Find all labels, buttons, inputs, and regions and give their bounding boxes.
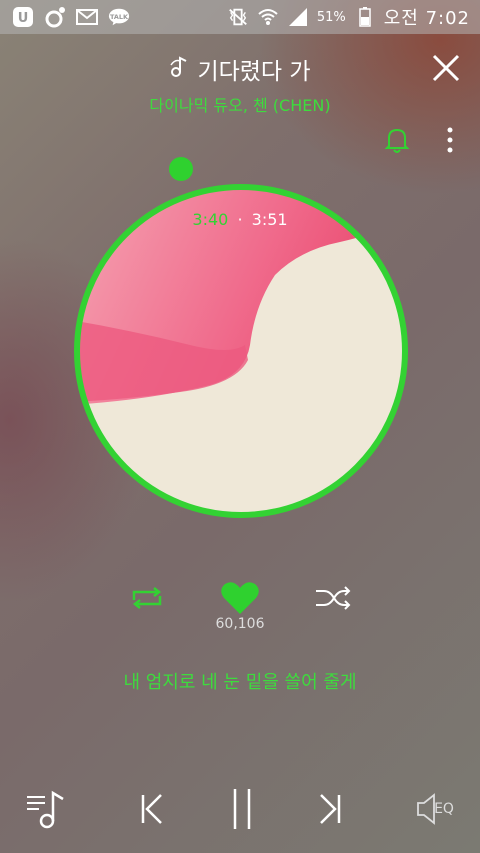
playback-controls: EQ (0, 780, 480, 840)
status-bar: U TALK 51% 오전 7:02 (0, 0, 480, 34)
kakaotalk-icon: TALK (108, 6, 130, 28)
next-icon (320, 794, 341, 824)
heart-icon (221, 582, 259, 614)
progress-handle[interactable] (169, 157, 193, 181)
vibrate-mute-icon (227, 6, 249, 28)
signal-icon (287, 6, 309, 28)
artist-name[interactable]: 다이나믹 듀오, 첸 (CHEN) (0, 92, 480, 116)
playlist-button[interactable] (24, 780, 68, 838)
mail-icon (76, 6, 98, 28)
svg-text:U: U (18, 11, 29, 26)
bell-icon (384, 128, 410, 153)
total-time: 3:51 (251, 210, 288, 229)
like-count: 60,106 (215, 616, 265, 632)
previous-icon (141, 794, 162, 824)
shuffle-button[interactable] (314, 584, 352, 612)
wifi-icon (257, 6, 279, 28)
shuffle-icon (316, 586, 351, 610)
pause-button[interactable] (220, 780, 264, 838)
battery-percent: 51% (316, 9, 346, 25)
current-time: 3:40 (192, 210, 229, 229)
equalizer-button[interactable]: EQ (410, 780, 460, 838)
next-button[interactable] (308, 780, 352, 838)
album-art (77, 187, 405, 515)
more-options-button[interactable] (444, 126, 456, 154)
close-icon (432, 54, 460, 82)
battery-icon (354, 6, 376, 28)
playback-time: 3:40 · 3:51 (0, 210, 480, 229)
eq-label: EQ (434, 801, 454, 817)
like-button[interactable] (220, 580, 260, 616)
repeat-icon (132, 587, 162, 609)
previous-button[interactable] (130, 780, 174, 838)
album-art-disc[interactable] (70, 180, 412, 522)
repeat-button[interactable] (128, 584, 166, 612)
u-plus-icon: U (12, 6, 34, 28)
playlist-icon (27, 790, 64, 829)
time-separator: · (237, 210, 243, 229)
close-button[interactable] (430, 52, 462, 84)
more-vertical-icon (447, 127, 453, 153)
song-title-row: 기다렸다 가 (0, 52, 480, 86)
clock: 오전 7:02 (383, 8, 470, 29)
alarm-button[interactable] (384, 126, 410, 154)
svg-text:TALK: TALK (110, 13, 129, 21)
lyric-line[interactable]: 내 엄지로 네 눈 밑을 쓸어 줄게 (0, 668, 480, 694)
o-app-icon (44, 6, 66, 28)
song-title: 기다렸다 가 (197, 59, 311, 85)
secondary-controls (0, 580, 480, 620)
music-note-icon (169, 55, 189, 83)
pause-icon (233, 789, 251, 829)
